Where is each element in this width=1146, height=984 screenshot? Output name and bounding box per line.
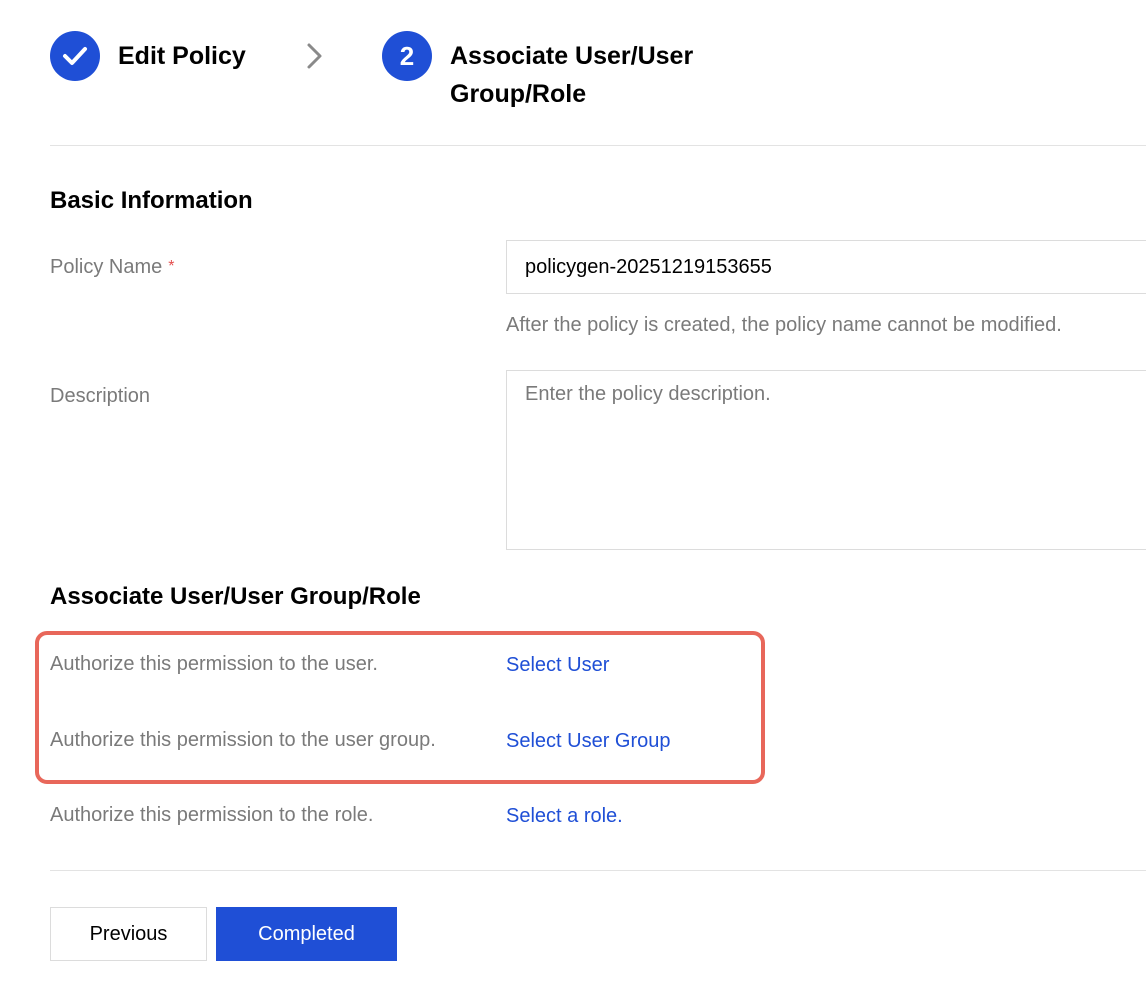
- step-2-label-line2: Group/Role: [450, 80, 587, 108]
- description-placeholder: Enter the policy description.: [525, 383, 771, 405]
- select-user-group-link[interactable]: Select User Group: [506, 730, 671, 753]
- completed-button[interactable]: Completed: [216, 907, 397, 961]
- description-textarea[interactable]: Enter the policy description.: [506, 370, 1146, 550]
- authorize-role-label: Authorize this permission to the role.: [50, 804, 374, 826]
- step-2-label-line1: Associate User/User: [450, 42, 694, 70]
- policy-name-label-text: Policy Name: [50, 256, 163, 278]
- policy-name-input[interactable]: policygen-20251219153655: [506, 240, 1146, 294]
- policy-name-hint: After the policy is created, the policy …: [506, 314, 1062, 336]
- policy-name-value: policygen-20251219153655: [525, 255, 772, 278]
- description-label: Description: [50, 385, 151, 407]
- step-1-label: Edit Policy: [118, 42, 246, 70]
- select-user-link[interactable]: Select User: [506, 654, 609, 677]
- chevron-right-icon: [307, 43, 322, 69]
- basic-info-title: Basic Information: [50, 187, 253, 214]
- authorize-user-label: Authorize this permission to the user.: [50, 653, 378, 675]
- step-1-complete-icon: [50, 31, 100, 81]
- required-marker: *: [168, 258, 175, 275]
- previous-button[interactable]: Previous: [50, 907, 207, 961]
- header-divider: [50, 145, 1146, 146]
- checkmark-icon: [63, 47, 87, 65]
- associate-section-title: Associate User/User Group/Role: [50, 583, 421, 610]
- step-2-label: Associate User/User Group/Role: [450, 37, 693, 113]
- footer-divider: [50, 870, 1146, 871]
- select-role-link[interactable]: Select a role.: [506, 805, 623, 828]
- policy-name-label: Policy Name *: [50, 256, 175, 279]
- step-2-number: 2: [399, 41, 415, 71]
- step-2-number-badge: 2: [382, 31, 432, 81]
- authorize-user-group-label: Authorize this permission to the user gr…: [50, 729, 436, 751]
- create-policy-page: Edit Policy 2 Associate User/User Group/…: [0, 0, 1146, 984]
